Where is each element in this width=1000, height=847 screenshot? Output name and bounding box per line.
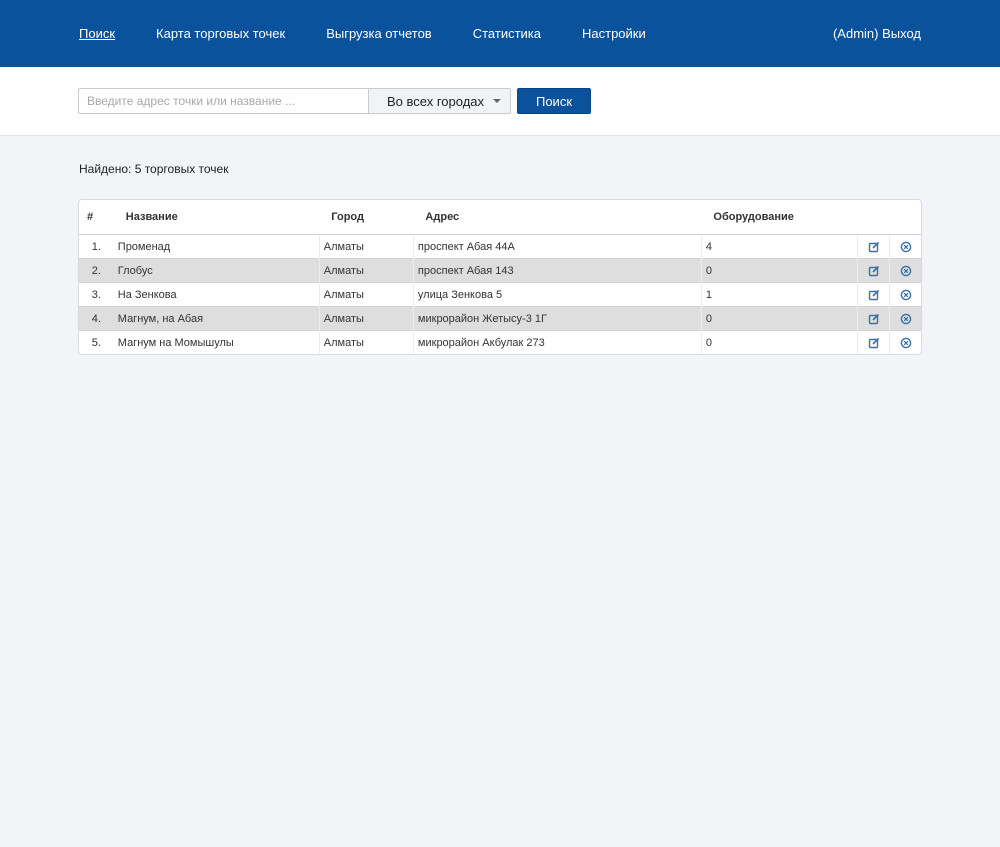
row-number: 4. bbox=[79, 306, 114, 331]
edit-icon[interactable] bbox=[868, 313, 880, 325]
row-equipment: 0 bbox=[700, 330, 858, 354]
column-header-equipment: Оборудование bbox=[713, 211, 794, 223]
row-name: Магнум на Момышулы bbox=[113, 330, 320, 354]
nav-item-map[interactable]: Карта торговых точек bbox=[156, 26, 285, 41]
table-row: 1. Променад Алматы проспект Абая 44А 4 bbox=[79, 234, 921, 259]
search-input[interactable] bbox=[78, 88, 368, 114]
row-number: 3. bbox=[79, 282, 114, 307]
nav-item-statistics[interactable]: Статистика bbox=[473, 26, 541, 41]
delete-circle-icon[interactable] bbox=[900, 313, 912, 325]
table-header-row: # Название Город Адрес Оборудование bbox=[79, 200, 921, 235]
chevron-down-icon bbox=[493, 99, 501, 103]
row-equipment: 4 bbox=[700, 234, 858, 259]
nav-item-reports[interactable]: Выгрузка отчетов bbox=[326, 26, 432, 41]
row-delete-cell bbox=[889, 306, 921, 331]
row-city: Алматы bbox=[318, 258, 414, 283]
row-delete-cell bbox=[889, 258, 921, 283]
city-select-value: Во всех городах bbox=[387, 93, 485, 109]
search-button[interactable]: Поиск bbox=[517, 88, 591, 114]
search-group: Во всех городах Поиск bbox=[78, 88, 591, 114]
row-edit-cell bbox=[857, 306, 890, 331]
row-delete-cell bbox=[889, 330, 921, 354]
row-edit-cell bbox=[857, 330, 890, 354]
column-header-delete bbox=[890, 200, 921, 235]
delete-circle-icon[interactable] bbox=[900, 289, 912, 301]
row-address: улица Зенкова 5 bbox=[412, 282, 702, 307]
delete-circle-icon[interactable] bbox=[900, 337, 912, 349]
top-navigation-bar: Поиск Карта торговых точек Выгрузка отче… bbox=[0, 0, 1000, 67]
row-delete-cell bbox=[889, 234, 921, 259]
row-number: 1. bbox=[79, 234, 114, 259]
row-edit-cell bbox=[857, 258, 890, 283]
delete-circle-icon[interactable] bbox=[900, 265, 912, 277]
row-city: Алматы bbox=[318, 306, 414, 331]
edit-icon[interactable] bbox=[868, 241, 880, 253]
row-equipment: 0 bbox=[700, 258, 858, 283]
row-edit-cell bbox=[857, 282, 890, 307]
edit-icon[interactable] bbox=[868, 265, 880, 277]
row-city: Алматы bbox=[318, 330, 414, 354]
edit-icon[interactable] bbox=[868, 337, 880, 349]
table-row: 5. Магнум на Момышулы Алматы микрорайон … bbox=[79, 330, 921, 354]
row-name: Променад bbox=[113, 234, 320, 259]
table-row: 3. На Зенкова Алматы улица Зенкова 5 1 bbox=[79, 282, 921, 307]
column-header-address: Адрес bbox=[425, 211, 460, 223]
row-edit-cell bbox=[857, 234, 890, 259]
row-name: Магнум, на Абая bbox=[113, 306, 320, 331]
row-number: 2. bbox=[79, 258, 114, 283]
row-address: проспект Абая 44А bbox=[412, 234, 702, 259]
row-number: 5. bbox=[79, 330, 114, 354]
results-table-card: # Название Город Адрес Оборудование 1. П… bbox=[78, 199, 922, 355]
column-header-number: # bbox=[87, 211, 94, 223]
edit-icon[interactable] bbox=[868, 289, 880, 301]
row-city: Алматы bbox=[318, 234, 414, 259]
results-count: Найдено: 5 торговых точек bbox=[79, 162, 229, 176]
row-delete-cell bbox=[889, 282, 921, 307]
table-row: 4. Магнум, на Абая Алматы микрорайон Жет… bbox=[79, 306, 921, 331]
column-header-edit bbox=[858, 200, 890, 235]
row-name: Глобус bbox=[113, 258, 320, 283]
main-nav: Поиск Карта торговых точек Выгрузка отче… bbox=[79, 0, 687, 67]
row-name: На Зенкова bbox=[113, 282, 320, 307]
results-table: # Название Город Адрес Оборудование 1. П… bbox=[79, 200, 921, 354]
row-equipment: 0 bbox=[700, 306, 858, 331]
table-row: 2. Глобус Алматы проспект Абая 143 0 bbox=[79, 258, 921, 283]
row-address: микрорайон Жетысу-3 1Г bbox=[412, 306, 702, 331]
row-address: проспект Абая 143 bbox=[412, 258, 702, 283]
row-equipment: 1 bbox=[700, 282, 858, 307]
logout-link[interactable]: (Admin) Выход bbox=[833, 0, 921, 67]
nav-item-settings[interactable]: Настройки bbox=[582, 26, 646, 41]
row-address: микрорайон Акбулак 273 bbox=[412, 330, 702, 354]
city-select[interactable]: Во всех городах bbox=[368, 88, 511, 114]
row-city: Алматы bbox=[318, 282, 414, 307]
search-panel: Во всех городах Поиск bbox=[0, 67, 1000, 136]
column-header-city: Город bbox=[331, 211, 364, 223]
delete-circle-icon[interactable] bbox=[900, 241, 912, 253]
column-header-name: Название bbox=[125, 211, 178, 223]
nav-item-search[interactable]: Поиск bbox=[79, 26, 115, 41]
